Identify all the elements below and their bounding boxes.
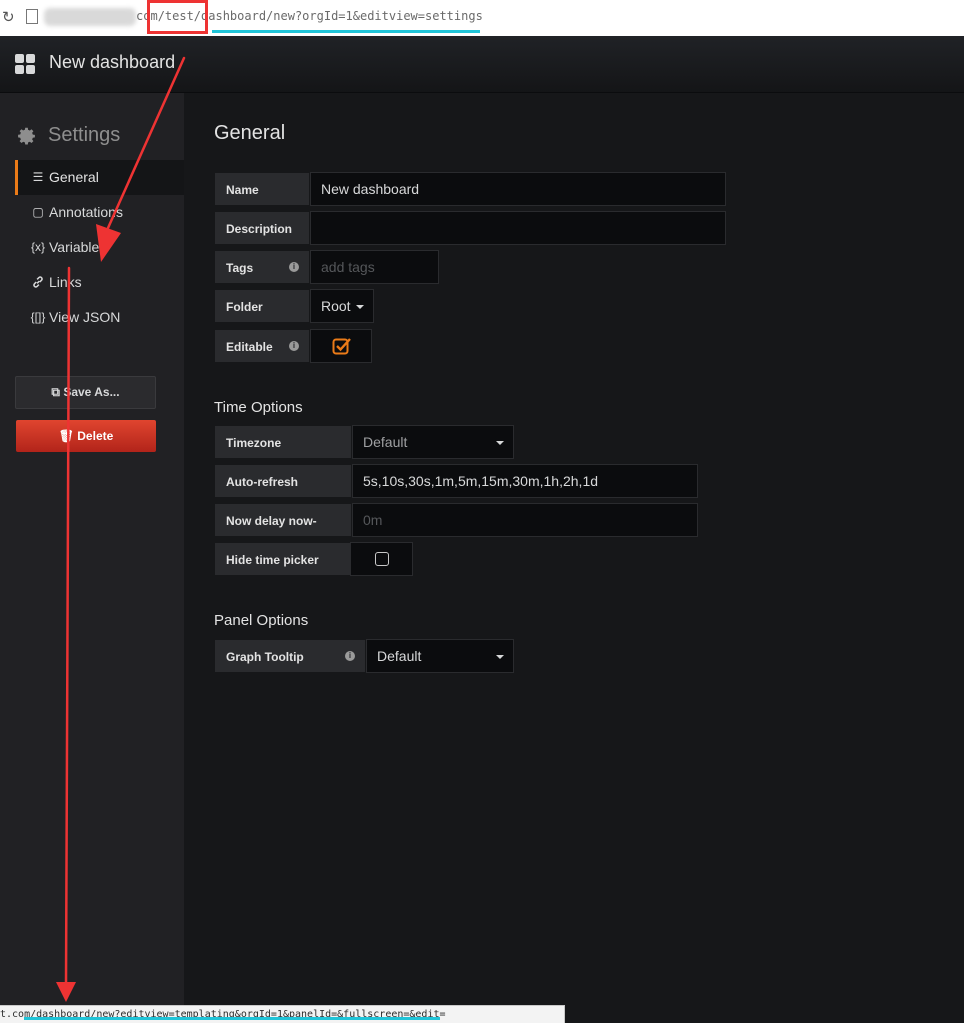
description-label: Description: [214, 211, 310, 245]
editable-checkbox[interactable]: [332, 336, 352, 356]
settings-sidebar: Settings ☰ General ▢ Annotations {x} Var…: [0, 93, 184, 1022]
reload-icon[interactable]: ↻: [2, 8, 15, 26]
hidepicker-checkbox-container: [350, 542, 413, 576]
sidebar-item-label: Variables: [49, 239, 107, 255]
chevron-down-icon: [356, 305, 364, 309]
tooltip-select[interactable]: Default: [366, 639, 514, 673]
sidebar-item-label: View JSON: [49, 309, 121, 325]
highlight-box: [147, 0, 208, 34]
sidebar-item-label: Annotations: [49, 204, 123, 220]
folder-select[interactable]: Root: [310, 289, 374, 323]
copy-icon: ⧉: [51, 385, 60, 399]
folder-label: Folder: [214, 289, 310, 323]
sidebar-item-annotations[interactable]: ▢ Annotations: [15, 195, 184, 230]
hidepicker-label: Hide time picker: [214, 542, 352, 576]
hidepicker-checkbox[interactable]: [375, 552, 389, 566]
name-label: Name: [214, 172, 310, 206]
info-icon[interactable]: i: [345, 651, 355, 661]
json-icon: {[]}: [30, 310, 46, 324]
panel-options-title: Panel Options: [214, 612, 309, 629]
sidebar-item-links[interactable]: Links: [15, 265, 184, 300]
timezone-label: Timezone: [214, 425, 352, 459]
comment-icon: ▢: [32, 205, 44, 219]
chevron-down-icon: [496, 655, 504, 659]
delete-label: Delete: [77, 429, 114, 443]
sidebar-item-label: Links: [49, 274, 82, 290]
variable-icon: {x}: [30, 240, 45, 254]
browser-url-bar[interactable]: ↻ com/test/dashboard/new?orgId=1&editvie…: [0, 0, 964, 37]
autorefresh-input[interactable]: 5s,10s,30s,1m,5m,15m,30m,1h,2h,1d: [352, 464, 698, 498]
sidebar-item-label: General: [49, 169, 99, 185]
folder-value: Root: [321, 298, 351, 314]
time-options-title: Time Options: [214, 399, 303, 416]
save-as-button[interactable]: ⧉ Save As...: [15, 376, 156, 409]
nowdelay-label: Now delay now-: [214, 503, 352, 537]
editable-checkbox-container: [310, 329, 372, 363]
name-input[interactable]: New dashboard: [310, 172, 726, 206]
info-icon[interactable]: i: [289, 341, 299, 351]
sidebar-item-variables[interactable]: {x} Variables: [15, 230, 184, 265]
tags-input[interactable]: add tags: [310, 250, 439, 284]
dashboard-title[interactable]: New dashboard: [49, 52, 175, 73]
description-input[interactable]: [310, 211, 726, 245]
timezone-value: Default: [363, 434, 408, 450]
sidebar-item-general[interactable]: ☰ General: [15, 160, 184, 195]
settings-content: General Name New dashboard Description T…: [184, 93, 964, 1022]
delete-button[interactable]: 🗑 Delete: [16, 420, 156, 452]
highlight-underline: [212, 30, 480, 33]
tooltip-value: Default: [377, 648, 422, 664]
trash-icon: 🗑: [58, 429, 74, 443]
page-icon: [26, 9, 38, 24]
dashboard-grid-icon[interactable]: [15, 54, 36, 75]
tooltip-label: Graph Tooltip: [214, 639, 366, 673]
browser-status-bar: t.com/dashboard/new?editview=templating&…: [0, 1005, 565, 1023]
sidebar-item-view-json[interactable]: {[]} View JSON: [15, 300, 184, 335]
info-icon[interactable]: i: [289, 262, 299, 272]
top-navbar: New dashboard: [0, 36, 964, 93]
general-title: General: [214, 122, 286, 144]
sliders-icon: ☰: [32, 170, 44, 184]
chevron-down-icon: [496, 441, 504, 445]
save-as-label: Save As...: [63, 385, 120, 399]
nowdelay-input[interactable]: 0m: [352, 503, 698, 537]
autorefresh-label: Auto-refresh: [214, 464, 352, 498]
highlight-underline: [24, 1017, 440, 1020]
timezone-select[interactable]: Default: [352, 425, 514, 459]
link-icon: [29, 265, 47, 303]
settings-title: Settings: [48, 124, 121, 146]
blurred-host: [44, 8, 136, 26]
gear-icon: [18, 127, 35, 145]
